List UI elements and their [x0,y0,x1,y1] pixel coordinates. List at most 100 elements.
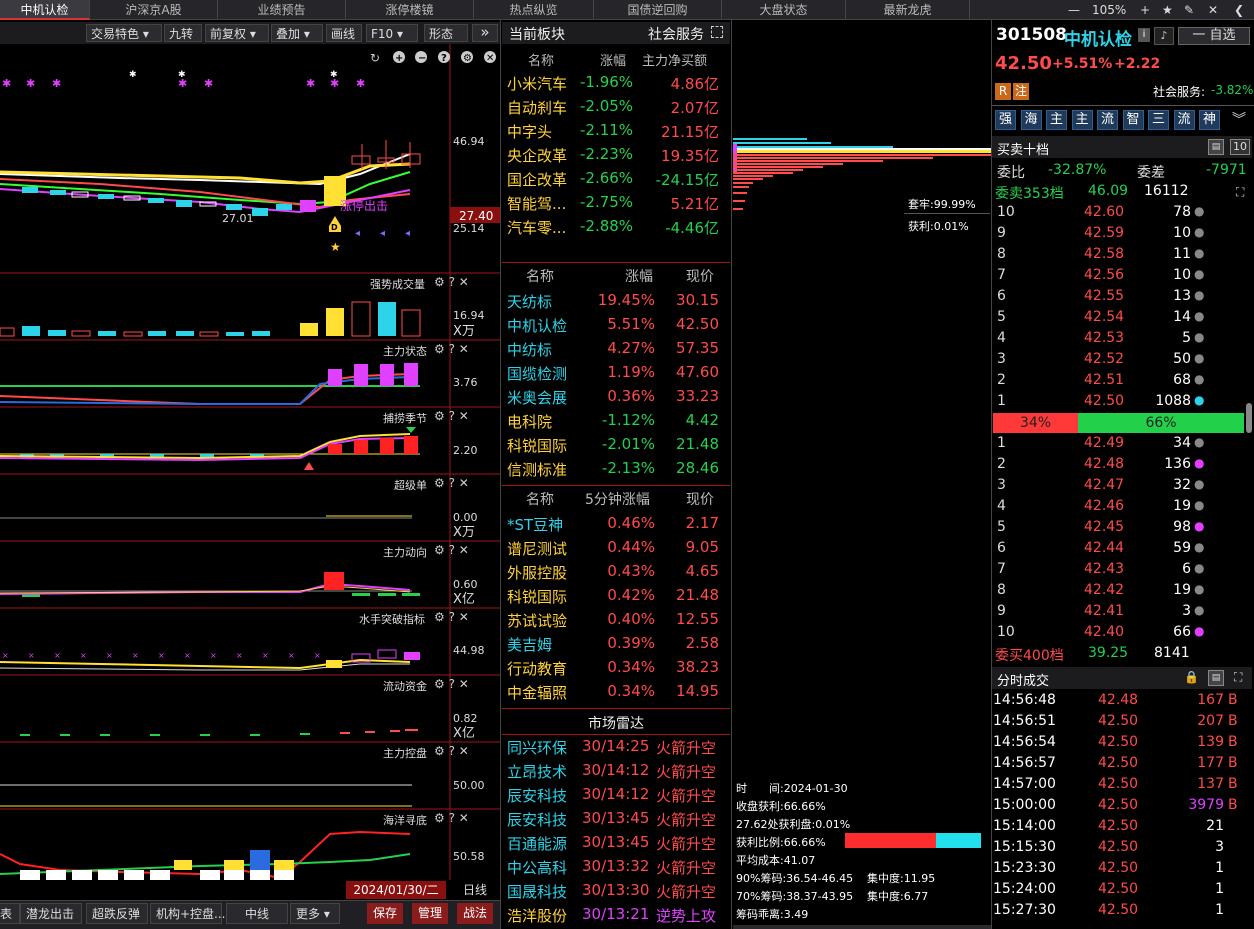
tab-hotspot[interactable]: 热点纵览 [474,0,594,20]
manage-button[interactable]: 管理 [412,903,449,924]
stock-row-name[interactable]: 电科院 [507,411,552,432]
strategy-tab-0[interactable]: 表 [0,903,20,924]
bid-price[interactable]: 42.45 [1084,519,1124,535]
ask-price[interactable]: 42.51 [1084,372,1124,388]
info-icon[interactable]: i [1138,28,1150,42]
stock-row-name[interactable]: 科锐国际 [507,435,567,456]
fivemin-row-name[interactable]: 谱尼测试 [507,538,567,559]
lock-icon[interactable]: 🔒 [1184,670,1199,684]
radar-row-name[interactable]: 国晟科技 [507,881,567,902]
ask-price[interactable]: 42.55 [1084,288,1124,304]
flag-button[interactable]: 三 [1148,110,1169,130]
strategy-tab-4[interactable]: 中线 [226,903,288,924]
radar-row-name[interactable]: 辰安科技 [507,809,567,830]
tab-dragon-tiger[interactable]: 最新龙虎 [846,0,970,20]
sailor-panel-controls[interactable]: ⚙ ? ✕ [434,610,469,624]
ask-price[interactable]: 42.54 [1084,309,1124,325]
flag-button[interactable]: 智 [1122,110,1144,130]
pen-icon[interactable]: ✎ [1184,0,1194,20]
sector-row-name[interactable]: 智能驾... [507,193,566,214]
expand-icon[interactable] [711,26,723,38]
sector-row-name[interactable]: 汽车零... [507,217,566,238]
zoom-out-button[interactable]: — [1068,0,1080,20]
radar-row-name[interactable]: 辰安科技 [507,785,567,806]
fishing-panel-controls[interactable]: ⚙ ? ✕ [434,409,469,423]
more-dropdown[interactable]: 更多 ▾ [290,903,340,924]
bid-price[interactable]: 42.47 [1084,477,1124,493]
sector-subtitle[interactable]: 社会服务 [648,24,704,44]
book-depth-button[interactable]: 10 [1230,139,1250,155]
tab-repo[interactable]: 国债逆回购 [594,0,722,20]
flag-button[interactable]: 主 [1046,110,1067,130]
liquidity-panel-controls[interactable]: ⚙ ? ✕ [434,677,469,691]
super-order-panel-controls[interactable]: ⚙ ? ✕ [434,476,469,490]
ask-price[interactable]: 42.60 [1084,204,1124,220]
fivemin-row-name[interactable]: 行动教育 [507,658,567,679]
ocean-panel-controls[interactable]: ⚙ ? ✕ [434,811,469,825]
main-trend-panel-controls[interactable]: ⚙ ? ✕ [434,543,469,557]
fivemin-row-name[interactable]: *ST豆神 [507,514,563,535]
star-icon[interactable]: ★ [1162,0,1173,20]
bid-price[interactable]: 42.49 [1084,435,1124,451]
flag-button[interactable]: 流 [1097,110,1118,130]
stock-row-name[interactable]: 天纺标 [507,291,552,312]
radar-row-name[interactable]: 浩洋股份 [507,905,567,926]
strategy-tab-3[interactable]: 机构+控盘... [150,903,226,924]
zoom-in-button[interactable]: + [1140,0,1150,20]
flag-button[interactable]: 神 [1199,110,1220,130]
adjust-dropdown[interactable]: 前复权 ▾ [205,24,269,42]
stock-row-name[interactable]: 国缆检测 [507,363,567,384]
volume-panel-controls[interactable]: ⚙ ? ✕ [434,275,469,289]
flag-button[interactable]: 强 [995,110,1016,130]
radar-row-name[interactable]: 百通能源 [507,833,567,854]
watchlist-button[interactable]: 一 自选 [1178,27,1250,45]
kline-chart-area[interactable]: ↻ + −? ⚙ ✕ ✱ ✱ ✱ ✱ ✱ ✱ ✱ ✱ ✱ ✱ ✱ D ★ ◂ ◂ ◂ 27.01 涨停出击 … [0,44,500,900]
tab-market[interactable]: 沪深京A股 [90,0,218,20]
stock-row-name[interactable]: 信测标准 [507,459,567,480]
flag-button[interactable]: 海 [1020,110,1042,130]
sector-row-name[interactable]: 国企改革 [507,169,567,190]
radar-row-name[interactable]: 立昂技术 [507,761,567,782]
chevron-left-icon[interactable]: ❮ [1234,0,1244,20]
stock-row-name[interactable]: 中纺标 [507,339,552,360]
draw-line-button[interactable]: 画线 [326,24,362,42]
ask-price[interactable]: 42.58 [1084,246,1124,262]
ask-price[interactable]: 42.50 [1084,393,1124,409]
fivemin-row-name[interactable]: 苏试试验 [507,610,567,631]
radar-row-name[interactable]: 同兴环保 [507,737,567,758]
ask-price[interactable]: 42.56 [1084,267,1124,283]
strategy-button[interactable]: 战法 [457,903,494,924]
chevron-right-icon[interactable]: » [472,24,498,42]
sector-row-name[interactable]: 央企改革 [507,145,567,166]
overlay-dropdown[interactable]: 叠加 ▾ [271,24,323,42]
period-label[interactable]: 日线 [450,881,500,899]
close-icon[interactable]: ✕ [1208,0,1218,20]
tab-limitup[interactable]: 涨停楼镜 [346,0,474,20]
bid-price[interactable]: 42.46 [1084,498,1124,514]
ticks-view-icon[interactable]: ▤ [1208,670,1224,686]
book-view-icon[interactable]: ▤ [1208,139,1224,155]
bid-price[interactable]: 42.44 [1084,540,1124,556]
bid-price[interactable]: 42.42 [1084,582,1124,598]
bid-price[interactable]: 42.48 [1084,456,1124,472]
tab-market-state[interactable]: 大盘状态 [722,0,846,20]
stock-row-name[interactable]: 米奥会展 [507,387,567,408]
fivemin-row-name[interactable]: 科锐国际 [507,586,567,607]
main-state-panel-controls[interactable]: ⚙ ? ✕ [434,342,469,356]
tab-earnings[interactable]: 业绩预告 [218,0,346,20]
ask-price[interactable]: 42.59 [1084,225,1124,241]
fivemin-row-name[interactable]: 美吉姆 [507,634,552,655]
chevron-down-icon[interactable]: ︾ [1232,109,1246,129]
sector-row-name[interactable]: 自动刹车 [507,97,567,118]
flag-button[interactable]: 流 [1173,110,1195,130]
strategy-tab-1[interactable]: 潜龙出击 [20,903,82,924]
f10-dropdown[interactable]: F10 ▾ [366,24,418,42]
sector-row-name[interactable]: 中字头 [507,121,552,142]
tab-stock[interactable]: 中机认检 [0,0,90,20]
expand-ticks-icon[interactable]: ⛶ [1234,670,1242,685]
ask-price[interactable]: 42.53 [1084,330,1124,346]
flag-button[interactable]: 主 [1071,110,1093,130]
sector-row-name[interactable]: 小米汽车 [507,73,567,94]
scrollbar-thumb[interactable] [1246,403,1252,433]
bid-price[interactable]: 42.41 [1084,603,1124,619]
